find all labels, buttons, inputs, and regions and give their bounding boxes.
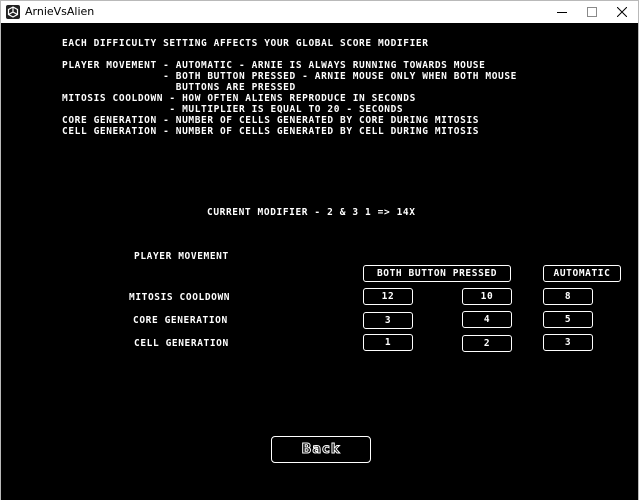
- option-cell-1[interactable]: 1: [363, 334, 413, 351]
- option-mitosis-12[interactable]: 12: [363, 288, 413, 305]
- info-line: CELL GENERATION - NUMBER OF CELLS GENERA…: [62, 126, 480, 137]
- core-generation-label: CORE GENERATION: [133, 315, 228, 326]
- info-line: BUTTONS ARE PRESSED: [62, 82, 296, 93]
- mitosis-cooldown-label: MITOSIS COOLDOWN: [129, 292, 231, 303]
- title-bar[interactable]: ArnieVsAlien: [1, 1, 638, 23]
- info-line: EACH DIFFICULTY SETTING AFFECTS YOUR GLO…: [62, 38, 429, 49]
- back-button[interactable]: Back: [271, 436, 371, 463]
- close-button[interactable]: [607, 1, 637, 23]
- option-mitosis-8[interactable]: 8: [543, 288, 593, 305]
- info-line: - BOTH BUTTON PRESSED - ARNIE MOUSE ONLY…: [62, 71, 518, 82]
- option-cell-3[interactable]: 3: [543, 334, 593, 351]
- window-title: ArnieVsAlien: [25, 5, 95, 18]
- game-viewport: EACH DIFFICULTY SETTING AFFECTS YOUR GLO…: [1, 23, 638, 500]
- option-core-4[interactable]: 4: [462, 311, 512, 328]
- info-line: MITOSIS COOLDOWN - HOW OFTEN ALIENS REPR…: [62, 93, 416, 104]
- unity-app-icon: [6, 5, 20, 19]
- close-icon: [617, 7, 627, 17]
- option-mitosis-10[interactable]: 10: [462, 288, 512, 305]
- minimize-button[interactable]: [547, 1, 577, 23]
- maximize-icon: [587, 7, 597, 17]
- cell-generation-label: CELL GENERATION: [134, 338, 229, 349]
- info-line: - MULTIPLIER IS EQUAL TO 20 - SECONDS: [62, 104, 404, 115]
- info-line: CORE GENERATION - NUMBER OF CELLS GENERA…: [62, 115, 480, 126]
- option-core-5[interactable]: 5: [543, 311, 593, 328]
- app-window: ArnieVsAlien EACH DIFFICULTY SETTING AFF…: [0, 0, 639, 500]
- info-line: PLAYER MOVEMENT - AUTOMATIC - ARNIE IS A…: [62, 60, 486, 71]
- player-movement-label: PLAYER MOVEMENT: [134, 251, 229, 262]
- minimize-icon: [557, 12, 567, 13]
- option-automatic[interactable]: AUTOMATIC: [543, 265, 621, 282]
- current-modifier: CURRENT MODIFIER - 2 & 3 1 => 14X: [207, 207, 416, 218]
- option-cell-2[interactable]: 2: [462, 335, 512, 352]
- option-both-button-pressed[interactable]: BOTH BUTTON PRESSED: [363, 265, 511, 282]
- maximize-button[interactable]: [577, 1, 607, 23]
- option-core-3[interactable]: 3: [363, 312, 413, 329]
